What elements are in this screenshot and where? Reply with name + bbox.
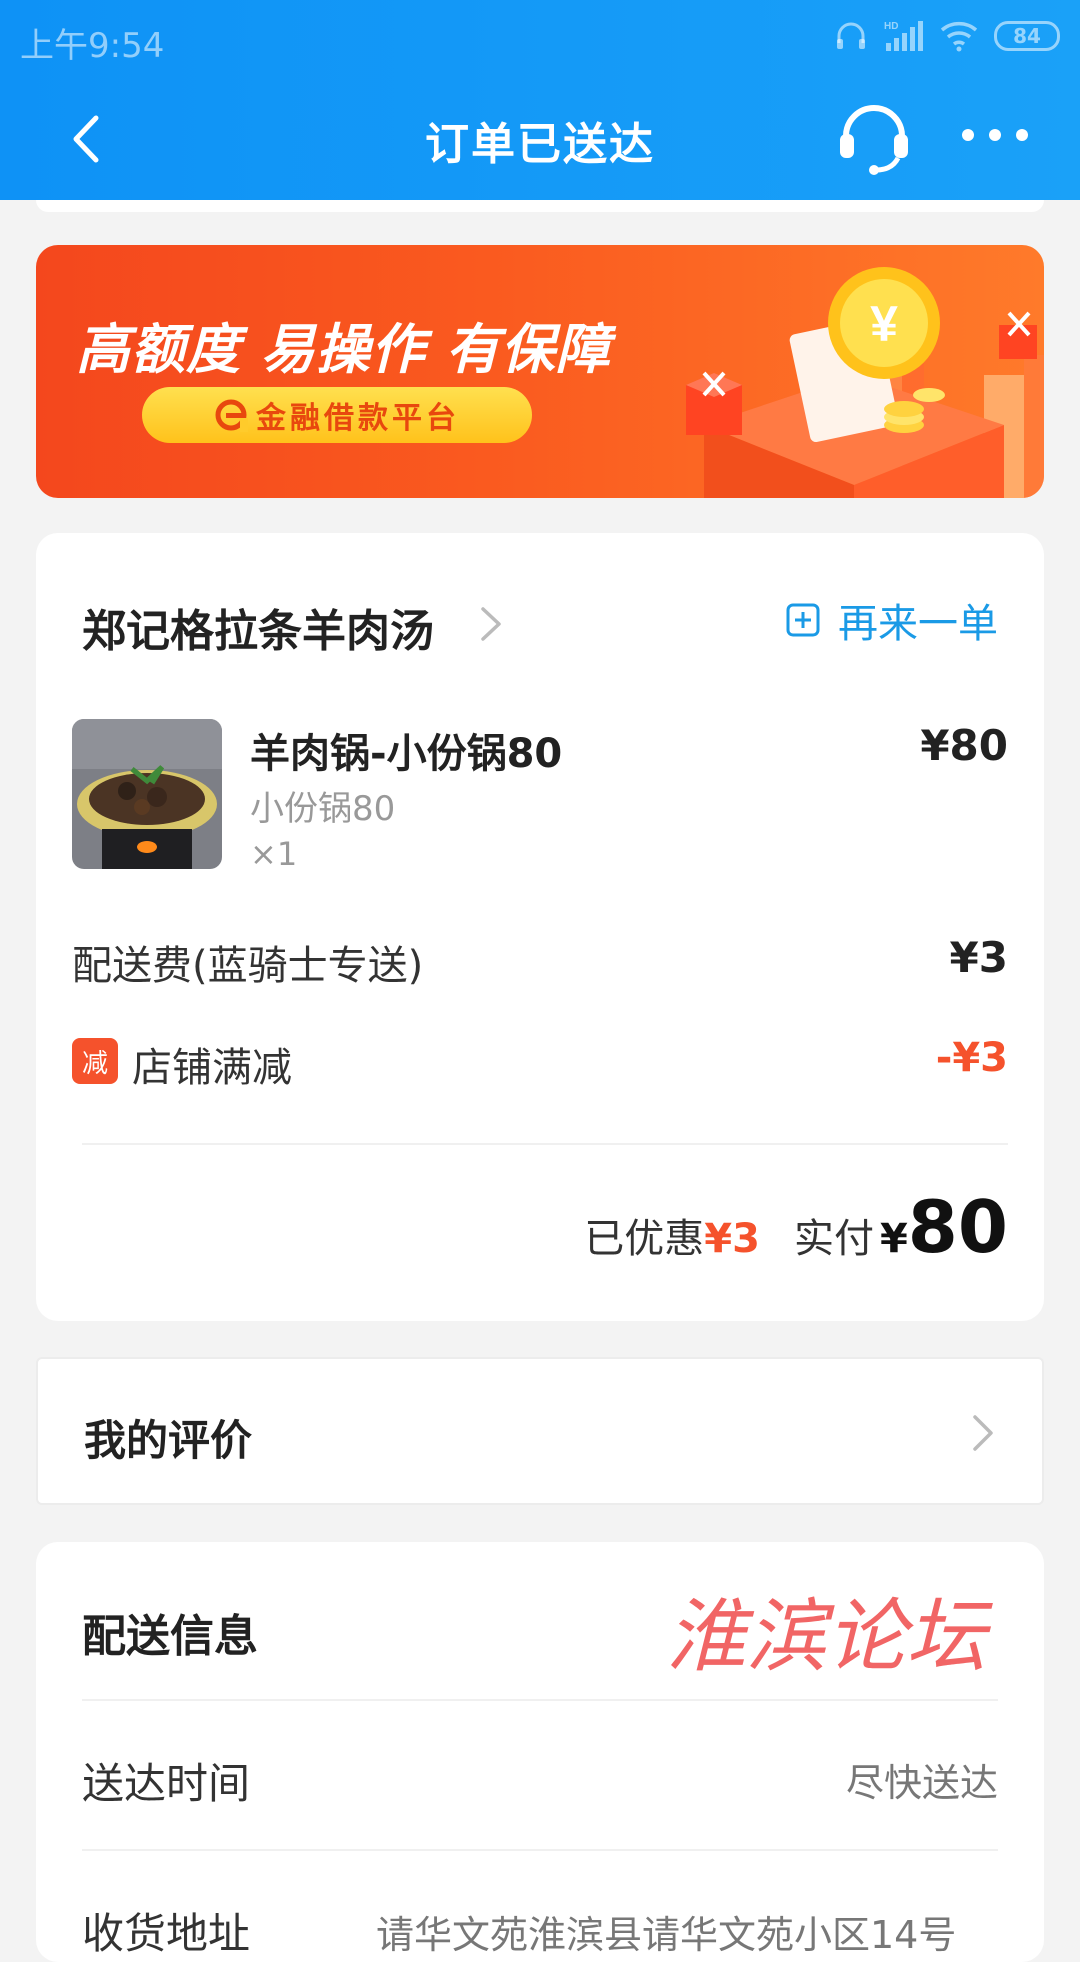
reorder-button[interactable]: 再来一单 <box>786 591 998 649</box>
wifi-icon <box>940 22 978 52</box>
chevron-right-icon[interactable] <box>478 605 504 643</box>
my-review-row[interactable]: 我的评价 <box>36 1357 1044 1505</box>
watermark-text: 淮滨论坛 <box>666 1590 993 1683</box>
battery-indicator: 84 <box>994 21 1060 51</box>
delivery-fee-label: 配送费(蓝骑士专送) <box>72 943 424 989</box>
paid-value: 80 <box>907 1185 1008 1269</box>
coin-symbol: ¥ <box>870 296 898 352</box>
nav-bar: 订单已送达 <box>0 94 1080 184</box>
review-label: 我的评价 <box>84 1416 253 1465</box>
e-logo-icon <box>215 399 248 432</box>
item-name: 羊肉锅-小份锅80 <box>250 731 563 777</box>
divider <box>82 1699 998 1701</box>
banner-headline: 高额度 易操作 有保障 <box>76 318 611 381</box>
banner-pill-label: 金融借款平台 <box>256 401 460 436</box>
plus-square-icon <box>786 603 820 637</box>
discount-value: -¥3 <box>935 1035 1008 1081</box>
order-total: 已优惠 ¥3 实付 ¥ 80 <box>584 1185 1008 1269</box>
signal-icon: HD <box>884 21 923 51</box>
divider <box>82 1849 998 1851</box>
divider <box>82 1143 1008 1145</box>
delivery-info-title: 配送信息 <box>82 1611 258 1662</box>
headphones-icon <box>837 22 865 49</box>
coin-illustration: ¥ <box>686 267 1044 498</box>
previous-card-edge <box>36 200 1044 212</box>
delivery-fee-value: ¥3 <box>949 933 1008 982</box>
delivery-time-value: 尽快送达 <box>845 1761 998 1805</box>
status-icons: HD 84 <box>834 16 1060 56</box>
shop-name[interactable]: 郑记格拉条羊肉汤 <box>82 595 434 659</box>
delivery-time-label: 送达时间 <box>82 1759 251 1808</box>
paid-currency: ¥ <box>879 1216 908 1262</box>
watermark-label: 淮滨论坛 <box>666 1590 993 1683</box>
item-quantity: ×1 <box>250 835 298 873</box>
saved-label: 已优惠 <box>584 1216 705 1262</box>
chevron-right-icon <box>973 1415 993 1451</box>
banner-pill: 金融借款平台 <box>142 387 532 443</box>
promo-banner[interactable]: 高额度 易操作 有保障 金融借款平台 ¥ <box>36 245 1044 498</box>
paid-label: 实付 <box>793 1216 874 1262</box>
order-card: 郑记格拉条羊肉汤 再来一单 羊肉锅-小份锅80 小份锅80 ×1 ¥80 配送费… <box>36 533 1044 1321</box>
discount-label: 店铺满减 <box>132 1045 292 1091</box>
item-spec: 小份锅80 <box>250 789 396 829</box>
headset-icon[interactable] <box>836 102 912 178</box>
delivery-info-card: 配送信息 淮滨论坛 送达时间 尽快送达 收货地址 请华文苑淮滨县请华文苑小区14… <box>36 1542 1044 1962</box>
page-title: 订单已送达 <box>425 119 655 170</box>
status-time: 上午9:54 <box>20 26 165 66</box>
more-dots-icon[interactable] <box>960 120 1030 150</box>
saved-value: ¥3 <box>704 1216 760 1262</box>
status-bar: 上午9:54 HD 84 <box>0 0 1080 74</box>
app-header: 上午9:54 HD 84 订单已送达 <box>0 0 1080 200</box>
network-type: HD <box>884 21 898 32</box>
food-photo <box>72 719 222 869</box>
reorder-label: 再来一单 <box>838 601 998 647</box>
address-value: 请华文苑淮滨县请华文苑小区14号 <box>376 1913 957 1957</box>
food-thumbnail <box>72 719 222 869</box>
item-price: ¥80 <box>920 721 1008 770</box>
discount-badge: 减 <box>72 1038 118 1084</box>
address-label: 收货地址 <box>82 1909 251 1958</box>
